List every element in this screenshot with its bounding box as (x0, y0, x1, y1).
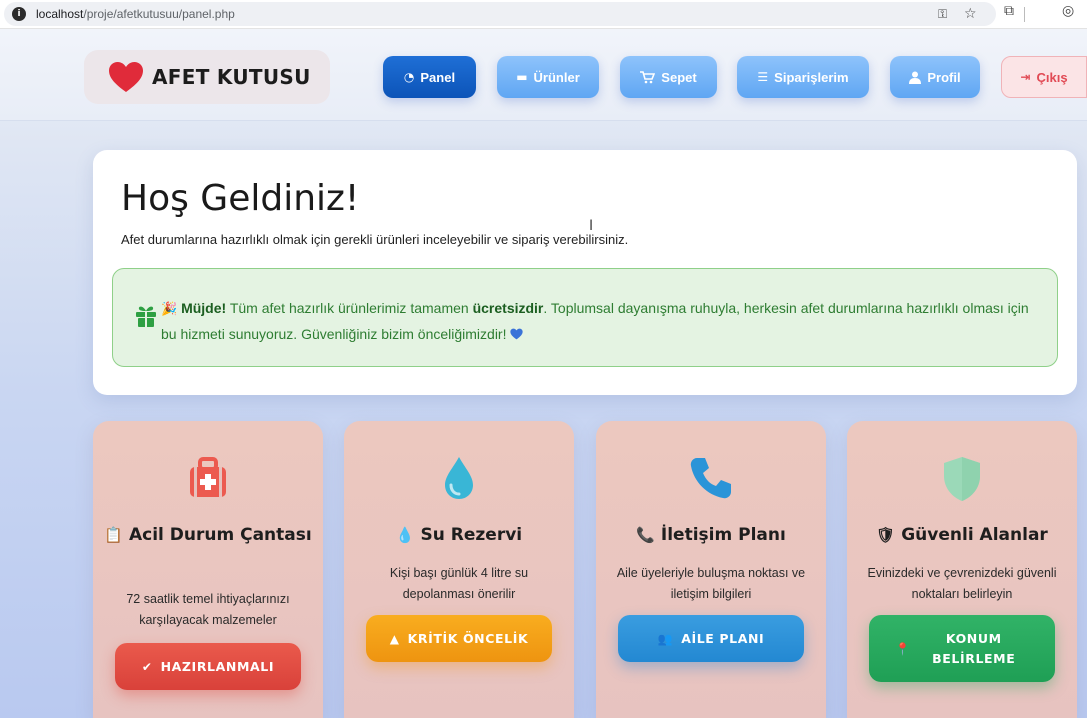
card-description: Aile üyeleriyle buluşma noktası ve ileti… (616, 566, 806, 601)
warning-icon: ▲ (389, 631, 400, 646)
family-plan-button[interactable]: 👥 AİLE PLANI (618, 615, 804, 662)
nav-orders-label: Siparişlerim (774, 69, 849, 85)
shield-icon (847, 454, 1077, 506)
card-description: Kişi başı günlük 4 litre su depolanması … (389, 566, 529, 601)
clipboard-icon: 📋 (104, 526, 123, 544)
users-icon: 👥 (657, 631, 674, 646)
shield-small-icon: 🛡 (876, 526, 896, 544)
free-products-notice: 🎉 Müjde! Tüm afet hazırlık ürünlerimiz t… (112, 268, 1058, 367)
nav-products-button[interactable]: ▬ Ürünler (497, 56, 599, 98)
droplet-icon: 💧 (395, 526, 415, 544)
card-description: 72 saatlik temel ihtiyaçlarınızı karşıla… (126, 592, 290, 627)
notice-strong-2: ücretsizdir (472, 300, 544, 316)
location-button[interactable]: 📍 KONUM BELİRLEME (869, 615, 1055, 682)
nav-logout-button[interactable]: ⇥ Çıkış (1001, 56, 1087, 98)
browser-bar: i localhost/proje/afetkutusuu/panel.php … (0, 0, 1087, 29)
gift-icon (136, 306, 156, 327)
site-header: AFET KUTUSU ◔ Panel ▬ Ürünler Sepet ☰ Si… (0, 29, 1087, 121)
card-title: 📞 İletişim Planı (636, 525, 786, 545)
nav-profile-button[interactable]: Profil (890, 56, 980, 98)
notice-text: 🎉 Müjde! Tüm afet hazırlık ürünlerimiz t… (161, 296, 1041, 346)
toolbar-divider (1024, 7, 1025, 22)
welcome-card: Hoş Geldiniz! Afet durumlarına hazırlıkl… (93, 150, 1077, 395)
logout-icon: ⇥ (1020, 70, 1031, 84)
card-communication-plan: 📞 İletişim Planı Aile üyeleriyle buluşma … (596, 421, 826, 718)
extensions-icon[interactable]: ⧉ (1004, 3, 1014, 19)
nav-products-label: Ürünler (533, 69, 580, 85)
cart-icon (640, 70, 656, 83)
user-icon (909, 71, 922, 84)
bookmark-star-icon[interactable]: ☆ (964, 6, 977, 22)
card-safe-areas: 🛡 Güvenli Alanlar Evinizdeki ve çevrenizd… (847, 421, 1077, 718)
address-bar[interactable]: i localhost/proje/afetkutusuu/panel.php … (4, 2, 996, 26)
brand-name: AFET KUTUSU (152, 65, 311, 89)
card-description: Evinizdeki ve çevrenizdeki güvenli nokta… (867, 566, 1057, 601)
blue-heart-icon (510, 328, 524, 340)
nav-panel-button[interactable]: ◔ Panel (383, 56, 476, 98)
nav-panel-label: Panel (420, 69, 456, 85)
info-icon[interactable]: i (12, 7, 26, 21)
prepare-button[interactable]: ✔ HAZIRLANMALI (115, 643, 301, 690)
text-cursor-icon: I (589, 218, 594, 234)
notice-text-1: Tüm afet hazırlık ürünlerimiz tamamen (226, 300, 473, 316)
brand-logo[interactable]: AFET KUTUSU (84, 50, 330, 104)
nav-cart-label: Sepet (661, 69, 697, 85)
page-title: Hoş Geldiniz! (121, 178, 360, 219)
map-pin-icon: 📍 (895, 641, 911, 656)
nav-orders-button[interactable]: ☰ Siparişlerim (737, 56, 869, 98)
nav-cart-button[interactable]: Sepet (620, 56, 717, 98)
welcome-subtitle: Afet durumlarına hazırlıklı olmak için g… (121, 232, 629, 247)
url-text[interactable]: localhost/proje/afetkutusuu/panel.php (36, 7, 235, 21)
box-icon: ▬ (516, 70, 528, 84)
notice-strong-1: Müjde! (181, 300, 227, 316)
phone-icon (596, 454, 826, 506)
nav-logout-label: Çıkış (1036, 69, 1068, 85)
critical-priority-button[interactable]: ▲ KRİTİK ÖNCELİK (366, 615, 552, 662)
card-title: 🛡 Güvenli Alanlar (876, 525, 1048, 545)
check-circle-icon: ✔ (141, 659, 153, 674)
heart-icon (109, 62, 143, 92)
party-popper-icon: 🎉 (161, 302, 178, 317)
dashboard-icon: ◔ (403, 70, 415, 84)
water-drop-icon (344, 454, 574, 506)
profile-icon[interactable]: ◎ (1062, 3, 1074, 19)
nav-profile-label: Profil (927, 69, 961, 85)
list-icon: ☰ (757, 70, 769, 84)
card-title: 📋 Acil Durum Çantası (104, 525, 312, 545)
password-key-icon[interactable]: ⚿ (938, 7, 947, 22)
card-water-reserve: 💧 Su Rezervi Kişi başı günlük 4 litre su … (344, 421, 574, 718)
first-aid-kit-icon (93, 454, 323, 506)
card-title: 💧 Su Rezervi (395, 525, 523, 545)
phone-small-icon: 📞 (636, 526, 655, 544)
card-emergency-bag: 📋 Acil Durum Çantası 72 saatlik temel iht… (93, 421, 323, 718)
